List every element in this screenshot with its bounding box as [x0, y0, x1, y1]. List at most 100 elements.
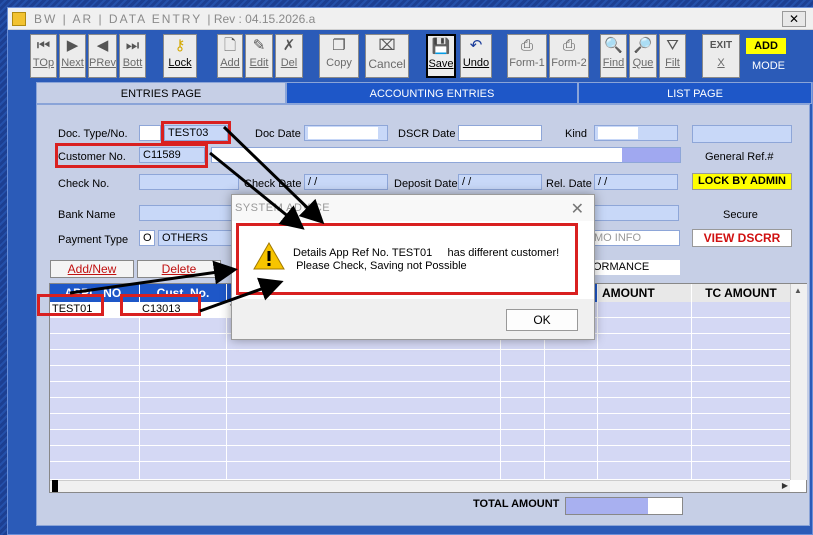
- dialog-close-icon[interactable]: ✕: [571, 199, 584, 219]
- undo-icon: ↶: [469, 37, 483, 54]
- total-amount-label: TOTAL AMOUNT: [473, 498, 560, 510]
- payment-type-field[interactable]: OTHERS: [158, 230, 238, 246]
- check-no-label: Check No.: [58, 178, 110, 190]
- find-button[interactable]: 🔍 Find: [600, 34, 627, 78]
- warning-icon: [253, 241, 285, 270]
- customer-no-field[interactable]: C11589: [139, 147, 205, 163]
- copy-icon: ❐: [332, 37, 346, 54]
- delete-row-button[interactable]: Delete: [137, 260, 221, 278]
- bank-name-label: Bank Name: [58, 209, 116, 221]
- app-icon: [12, 12, 26, 26]
- table-row[interactable]: [50, 350, 790, 366]
- tab-accounting-entries[interactable]: ACCOUNTING ENTRIES: [286, 82, 578, 104]
- exit-icon: EXIT: [709, 40, 733, 51]
- rel-date-field[interactable]: / /: [594, 174, 678, 190]
- query-icon: 🔎: [633, 37, 653, 54]
- table-row[interactable]: [50, 398, 790, 414]
- table-row[interactable]: [50, 462, 790, 480]
- scroll-right-icon[interactable]: ▶: [782, 481, 788, 490]
- horizontal-scrollbar[interactable]: ▶: [50, 480, 790, 492]
- doc-no-highlight: [161, 121, 231, 144]
- deposit-date-label: Deposit Date: [394, 178, 458, 190]
- last-icon: ⏭: [125, 37, 140, 54]
- table-row[interactable]: [50, 366, 790, 382]
- cancel-button[interactable]: ⌧ Cancel: [365, 34, 409, 78]
- check-date-field[interactable]: / /: [304, 174, 388, 190]
- scroll-up-icon[interactable]: ▲: [794, 286, 802, 295]
- close-window-button[interactable]: ✕: [782, 11, 806, 27]
- lock-button[interactable]: ⚷ Lock: [163, 34, 197, 78]
- doc-type-label: Doc. Type/No.: [58, 128, 128, 140]
- doc-type-field[interactable]: [139, 125, 161, 141]
- cust-no-highlight: [120, 294, 201, 316]
- kind-field[interactable]: [594, 125, 678, 141]
- mode-indicator: ADD: [746, 38, 786, 54]
- printer-icon: ⎙: [520, 37, 533, 54]
- scroll-thumb[interactable]: [52, 480, 58, 492]
- system-advice-dialog: SYSTEM ADVICE ✕ Details App Ref No. TEST…: [231, 194, 595, 340]
- bottom-record-button[interactable]: ⏭ Bott: [119, 34, 146, 78]
- delete-button[interactable]: ✗ Del: [275, 34, 303, 78]
- exit-button[interactable]: EXIT X: [702, 34, 740, 78]
- dscr-date-label: DSCR Date: [398, 128, 456, 140]
- dialog-message: Details App Ref No. TEST01 has different…: [293, 247, 560, 272]
- tab-entries-page[interactable]: ENTRIES PAGE: [36, 82, 286, 104]
- undo-button[interactable]: ↶ Undo: [460, 34, 492, 78]
- copy-button[interactable]: ❐ Copy: [319, 34, 359, 78]
- filter-button[interactable]: ⛛ Filt: [659, 34, 686, 78]
- dialog-title-bar: SYSTEM ADVICE ✕: [232, 195, 594, 221]
- kind-label: Kind: [565, 128, 588, 140]
- toolbar: ⏮ TOp ▶ Next ◀ PRev ⏭ Bott ⚷ Lock 🗋 Add ✎ Edit …: [8, 30, 813, 82]
- prev-icon: ◀: [96, 37, 109, 54]
- next-icon: ▶: [66, 37, 79, 54]
- add-new-button[interactable]: Add/New: [50, 260, 134, 278]
- top-record-button[interactable]: ⏮ TOp: [30, 34, 57, 78]
- vertical-scrollbar[interactable]: ▲: [790, 284, 807, 480]
- payment-code-field[interactable]: O: [139, 230, 155, 246]
- next-record-button[interactable]: ▶ Next: [59, 34, 86, 78]
- dscr-date-field[interactable]: [458, 125, 542, 141]
- table-row[interactable]: [50, 382, 790, 398]
- form1-button[interactable]: ⎙ Form-1: [507, 34, 547, 78]
- customer-name-field[interactable]: [211, 147, 681, 163]
- lock-by-admin-badge: LOCK BY ADMIN: [692, 173, 792, 190]
- rel-date-label: Rel. Date: [546, 178, 592, 190]
- query-button[interactable]: 🔎 Que: [629, 34, 657, 78]
- table-row[interactable]: [50, 430, 790, 446]
- printer-icon: ⎙: [562, 37, 575, 54]
- prev-record-button[interactable]: ◀ PRev: [88, 34, 117, 78]
- tab-bar: ENTRIES PAGE ACCOUNTING ENTRIES LIST PAG…: [36, 82, 813, 104]
- performance-label: ORMANCE: [590, 260, 680, 275]
- new-doc-icon: 🗋: [223, 37, 237, 54]
- cancel-icon: ⌧: [378, 37, 396, 54]
- edit-button[interactable]: ✎ Edit: [245, 34, 273, 78]
- check-date-label: Check Date: [244, 178, 302, 190]
- deposit-date-field[interactable]: / /: [458, 174, 542, 190]
- table-row[interactable]: [50, 446, 790, 462]
- col-tc-amount[interactable]: TC AMOUNT: [692, 284, 790, 302]
- appl-no-highlight: [37, 294, 104, 316]
- general-ref-label: General Ref.#: [705, 151, 774, 163]
- payment-type-label: Payment Type: [58, 234, 129, 246]
- table-row[interactable]: [50, 414, 790, 430]
- save-button[interactable]: 💾 Save: [426, 34, 456, 78]
- add-button[interactable]: 🗋 Add: [217, 34, 243, 78]
- general-ref-field[interactable]: [692, 125, 792, 143]
- save-icon: 💾: [431, 38, 451, 55]
- title-bar: BW | AR | DATA ENTRY | Rev : 04.15.2026.…: [8, 8, 813, 30]
- dialog-title: SYSTEM ADVICE: [235, 202, 331, 214]
- view-dscrr-button[interactable]: VIEW DSCRR: [692, 229, 792, 247]
- ok-button[interactable]: OK: [506, 309, 578, 331]
- form2-button[interactable]: ⎙ Form-2: [549, 34, 589, 78]
- col-amount[interactable]: AMOUNT: [598, 284, 691, 302]
- first-icon: ⏮: [36, 37, 51, 54]
- doc-date-field[interactable]: [304, 125, 388, 141]
- secure-label: Secure: [723, 209, 758, 221]
- window-title: BW | AR | DATA ENTRY | Rev : 04.15.2026.…: [34, 12, 316, 26]
- key-icon: ⚷: [174, 37, 186, 54]
- tab-list-page[interactable]: LIST PAGE: [578, 82, 812, 104]
- doc-date-label: Doc Date: [255, 128, 301, 140]
- check-no-field[interactable]: [139, 174, 239, 190]
- memo-info-button[interactable]: MO INFO: [590, 230, 680, 246]
- find-icon: 🔍: [604, 37, 623, 54]
